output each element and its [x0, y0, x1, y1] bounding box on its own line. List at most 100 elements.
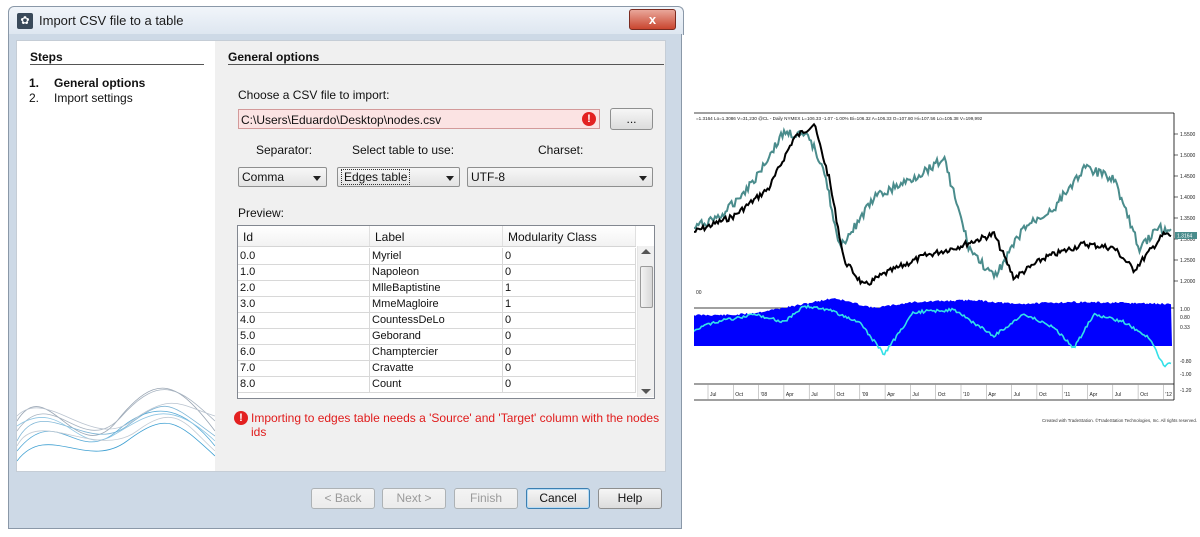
preview-label: Preview: — [238, 206, 285, 220]
finish-button[interactable]: Finish — [454, 488, 518, 509]
preview-table[interactable]: Id Label Modularity Class 0.0 Myriel 0 1.0 N… — [237, 225, 655, 399]
x-tick-label: Jul — [811, 392, 817, 398]
table-row[interactable]: 0.0 Myriel 0 — [238, 248, 636, 265]
table-cell: 2.0 — [238, 280, 370, 296]
table-cell: 0 — [503, 248, 636, 264]
x-tick-label: '09 — [862, 392, 869, 398]
table-cell: Myriel — [370, 248, 503, 264]
decorative-wave — [17, 387, 215, 462]
scroll-down-icon[interactable] — [641, 389, 651, 394]
scroll-up-icon[interactable] — [641, 249, 651, 254]
close-button[interactable]: x — [629, 9, 676, 30]
section-title: General options — [228, 50, 320, 64]
next-button[interactable]: Next > — [382, 488, 446, 509]
x-tick-label: Apr — [988, 392, 996, 398]
table-row[interactable]: 3.0 MmeMagloire 1 — [238, 296, 636, 313]
x-tick-label: Oct — [837, 392, 845, 398]
table-row[interactable]: 1.0 Napoleon 0 — [238, 264, 636, 281]
table-cell: 6.0 — [238, 344, 370, 360]
x-tick-label: '10 — [963, 392, 970, 398]
x-tick-label: Oct — [938, 392, 946, 398]
chart-header: =1.3164 Lo=1.3086 V=31,230 @CL - Daily N… — [696, 116, 983, 121]
help-button[interactable]: Help — [598, 488, 662, 509]
x-tick-label: Apr — [1090, 392, 1098, 398]
price-tick-label: 1.4500 — [1180, 174, 1196, 180]
charset-label: Charset: — [538, 143, 584, 157]
file-path-input[interactable]: C:\Users\Eduardo\Desktop\nodes.csv — [238, 109, 600, 129]
table-cell: MlleBaptistine — [370, 280, 503, 296]
oscillator-tick-label: -1.20 — [1180, 388, 1192, 394]
x-tick-label: Oct — [1039, 392, 1047, 398]
table-cell: Geborand — [370, 328, 503, 344]
x-tick-label: Jul — [1115, 392, 1121, 398]
x-tick-label: Apr — [786, 392, 794, 398]
back-button[interactable]: < Back — [311, 488, 375, 509]
table-cell: 1 — [503, 296, 636, 312]
oscillator-tick-label: -1.00 — [1180, 372, 1192, 378]
x-tick-label: Apr — [887, 392, 895, 398]
table-select[interactable]: Edges table — [337, 167, 460, 187]
dialog-content: Steps 1. General options 2. Import setting… — [16, 40, 666, 472]
table-cell: CountessDeLo — [370, 312, 503, 328]
oscillator-tick-label: -0.80 — [1180, 359, 1192, 365]
table-row[interactable]: 4.0 CountessDeLo 0 — [238, 312, 636, 329]
table-cell: 0 — [503, 360, 636, 376]
table-cell: 0 — [503, 312, 636, 328]
table-cell: 8.0 — [238, 376, 370, 392]
table-cell: 0 — [503, 344, 636, 360]
x-tick-label: Jul — [1014, 392, 1020, 398]
column-header-modularity[interactable]: Modularity Class — [503, 226, 636, 246]
table-row[interactable]: 6.0 Champtercier 0 — [238, 344, 636, 361]
table-cell: 7.0 — [238, 360, 370, 376]
chevron-down-icon — [639, 176, 647, 181]
window-title: Import CSV file to a table — [39, 13, 184, 28]
error-icon: ! — [582, 112, 596, 126]
table-cell: Cravatte — [370, 360, 503, 376]
price-tick-label: 1.3500 — [1180, 216, 1196, 222]
oscillator-tick-label: 0.33 — [1180, 325, 1190, 331]
table-cell: 0 — [503, 376, 636, 392]
left-axis-label: 00 — [696, 290, 702, 296]
chevron-down-icon — [446, 176, 454, 181]
column-header-id[interactable]: Id — [238, 226, 370, 246]
table-row[interactable]: 2.0 MlleBaptistine 1 — [238, 280, 636, 297]
table-row[interactable]: 7.0 Cravatte 0 — [238, 360, 636, 377]
price-tick-label: 1.4000 — [1180, 195, 1196, 201]
error-message: Importing to edges table needs a 'Source… — [251, 411, 660, 439]
table-cell: 1 — [503, 280, 636, 296]
app-icon: ✿ — [17, 13, 33, 29]
title-bar[interactable]: ✿ Import CSV file to a table x — [8, 6, 684, 35]
steps-divider — [30, 64, 204, 65]
table-cell: 4.0 — [238, 312, 370, 328]
step-general-options: 1. General options — [29, 76, 146, 90]
steps-title: Steps — [30, 50, 63, 64]
x-tick-label: '08 — [761, 392, 768, 398]
column-header-label[interactable]: Label — [370, 226, 503, 246]
chart-credit: Created with TradeStation. ©TradeStation… — [1042, 418, 1197, 423]
vertical-scrollbar[interactable] — [637, 246, 654, 397]
x-tick-label: '12 — [1165, 392, 1172, 398]
x-tick-label: Oct — [735, 392, 743, 398]
file-label: Choose a CSV file to import: — [238, 88, 390, 102]
table-cell: 1.0 — [238, 264, 370, 280]
browse-button[interactable]: ... — [610, 108, 653, 130]
scroll-thumb[interactable] — [640, 266, 653, 308]
table-label: Select table to use: — [352, 143, 455, 157]
chevron-down-icon — [313, 176, 321, 181]
table-cell: Count — [370, 376, 503, 392]
x-tick-label: Jul — [912, 392, 918, 398]
oscillator-tick-label: 1.00 — [1180, 307, 1190, 313]
separator-select[interactable]: Comma — [238, 167, 327, 187]
price-chart: =1.3164 Lo=1.3086 V=31,230 @CL - Daily N… — [694, 108, 1200, 426]
price-tick-label: 1.2000 — [1180, 279, 1196, 285]
charset-select[interactable]: UTF-8 — [467, 167, 653, 187]
section-divider — [228, 64, 664, 65]
error-icon: ! — [234, 411, 248, 425]
x-tick-label: Oct — [1140, 392, 1148, 398]
cancel-button[interactable]: Cancel — [526, 488, 590, 509]
table-row[interactable]: 5.0 Geborand 0 — [238, 328, 636, 345]
separator-value: Comma — [242, 170, 285, 184]
table-row[interactable]: 8.0 Count 0 — [238, 376, 636, 393]
charset-value: UTF-8 — [471, 170, 505, 184]
price-tick-label: 1.5500 — [1180, 132, 1196, 138]
